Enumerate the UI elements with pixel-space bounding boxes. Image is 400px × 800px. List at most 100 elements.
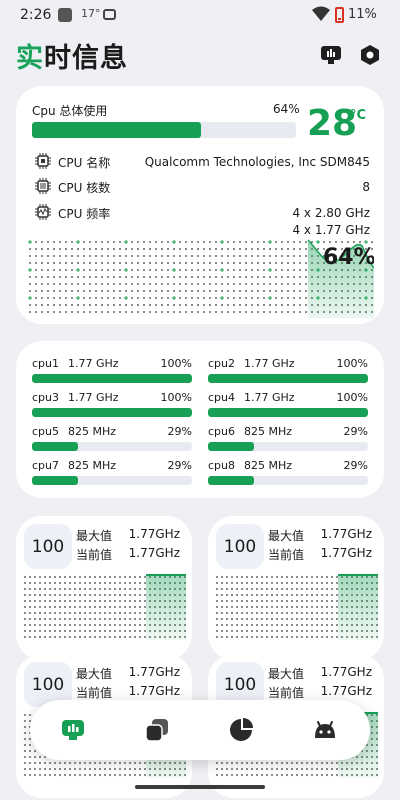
core-percent: 29% xyxy=(343,425,368,438)
core-percent: 100% xyxy=(160,391,192,404)
nav-statistics[interactable] xyxy=(224,713,258,747)
current-frequency-value: 1.77GHz xyxy=(320,546,372,560)
nav-layers[interactable] xyxy=(140,713,174,747)
core-frequency: 825 MHz xyxy=(244,425,293,438)
cpu-name-value: Qualcomm Technologies, Inc SDM845 xyxy=(144,155,370,169)
core-frequency-area xyxy=(146,574,186,640)
core-name: cpu1 xyxy=(32,357,60,370)
current-frequency-value: 1.77GHz xyxy=(128,546,180,560)
core-frequency-card: 100 最大值 1.77GHz 当前值 1.77GHz xyxy=(208,516,384,660)
status-bar: 2:26 17° 11% xyxy=(0,0,400,30)
core-usage-bar-fill xyxy=(32,476,79,485)
monitor-button[interactable] xyxy=(318,42,344,68)
core-name: cpu8 xyxy=(208,459,236,472)
core-load-badge: 100 xyxy=(24,524,72,569)
core-percent: 100% xyxy=(336,391,368,404)
pie-chart-icon xyxy=(230,718,253,741)
core-frequency: 1.77 GHz xyxy=(68,357,119,370)
core-usage-bar-fill xyxy=(208,476,255,485)
max-frequency-value: 1.77GHz xyxy=(320,527,372,541)
max-frequency-label: 最大值 xyxy=(76,529,113,543)
core-usage-bar xyxy=(32,442,192,451)
bottom-navigation xyxy=(30,700,370,760)
core-name: cpu5 xyxy=(32,425,60,438)
cpu-temperature-unit: °C xyxy=(350,108,367,123)
cpu-usage-graph-label: 64% xyxy=(323,245,374,270)
core-usage-bar xyxy=(208,476,368,485)
core-usage-cpu4: cpu4 1.77 GHz 100% xyxy=(208,391,368,421)
max-frequency-label: 最大值 xyxy=(268,529,305,543)
wifi-icon xyxy=(312,6,330,21)
cpu-frequency-key: CPU 频率 xyxy=(58,207,111,221)
settings-icon xyxy=(361,45,379,65)
core-usage-cpu6: cpu6 825 MHz 29% xyxy=(208,425,368,455)
core-usage-bar xyxy=(208,408,368,417)
status-time: 2:26 xyxy=(20,7,52,23)
cpu-usage-bar-fill xyxy=(32,122,201,138)
cpu-usage-graph: 64% xyxy=(28,239,374,318)
cpu-frequency-line2: 4 x 1.77 GHz xyxy=(292,223,370,237)
core-usage-bar-fill xyxy=(208,374,368,383)
nav-device[interactable] xyxy=(308,713,342,747)
core-usage-bar-fill xyxy=(208,442,255,451)
max-frequency-label: 最大值 xyxy=(268,667,305,681)
core-usage-cpu8: cpu8 825 MHz 29% xyxy=(208,459,368,489)
core-load-badge: 100 xyxy=(216,524,264,569)
core-name: cpu2 xyxy=(208,357,236,370)
core-usage-bar xyxy=(208,442,368,451)
settings-button[interactable] xyxy=(357,42,383,68)
nav-realtime-info[interactable] xyxy=(56,713,90,747)
cpu-cores-row: CPU 核数 8 xyxy=(34,177,370,197)
cpu-overview-card: Cpu 总体使用 64% 28 °C CPU 名称 Qualcomm Techn… xyxy=(16,86,384,324)
core-name: cpu3 xyxy=(32,391,60,404)
core-name: cpu4 xyxy=(208,391,236,404)
max-frequency-value: 1.77GHz xyxy=(320,665,372,679)
current-frequency-value: 1.77GHz xyxy=(128,684,180,698)
max-frequency-value: 1.77GHz xyxy=(128,527,180,541)
core-usage-cpu1: cpu1 1.77 GHz 100% xyxy=(32,357,192,387)
core-frequency-area xyxy=(338,574,378,640)
core-usage-cpu3: cpu3 1.77 GHz 100% xyxy=(32,391,192,421)
core-frequency: 825 MHz xyxy=(68,425,117,438)
core-usage-bar-fill xyxy=(32,374,192,383)
core-frequency-graph xyxy=(216,574,378,640)
core-usage-cpu5: cpu5 825 MHz 29% xyxy=(32,425,192,455)
page-title: 实时信息 xyxy=(16,36,128,75)
cpu-frequency-line1: 4 x 2.80 GHz xyxy=(292,206,370,220)
monitor-icon xyxy=(321,46,341,64)
notification-bot-icon xyxy=(103,9,116,20)
current-frequency-label: 当前值 xyxy=(76,686,113,700)
core-usage-bar xyxy=(208,374,368,383)
core-name: cpu6 xyxy=(208,425,236,438)
cpu-name-row: CPU 名称 Qualcomm Technologies, Inc SDM845 xyxy=(34,152,370,172)
cpu-cores-value: 8 xyxy=(362,180,370,194)
current-frequency-label: 当前值 xyxy=(76,548,113,562)
core-usage-cpu2: cpu2 1.77 GHz 100% xyxy=(208,357,368,387)
frequency-icon xyxy=(35,204,51,220)
current-frequency-label: 当前值 xyxy=(268,686,305,700)
current-frequency-label: 当前值 xyxy=(268,548,305,562)
notification-app-icon xyxy=(58,8,72,22)
status-temperature: 17° xyxy=(81,7,101,20)
cpu-cores-key: CPU 核数 xyxy=(58,181,111,195)
max-frequency-value: 1.77GHz xyxy=(128,665,180,679)
gesture-handle xyxy=(135,785,265,789)
core-frequency: 1.77 GHz xyxy=(68,391,119,404)
core-usage-cpu7: cpu7 825 MHz 29% xyxy=(32,459,192,489)
cpu-frequency-row: CPU 频率 4 x 2.80 GHz 4 x 1.77 GHz xyxy=(34,203,370,239)
cpu-frequency-value: 4 x 2.80 GHz 4 x 1.77 GHz xyxy=(292,205,370,239)
cpu-usage-bar xyxy=(32,122,296,138)
core-percent: 29% xyxy=(167,425,192,438)
current-frequency-value: 1.77GHz xyxy=(320,684,372,698)
cpu-usage-label: Cpu 总体使用 xyxy=(32,104,108,118)
layers-icon xyxy=(145,719,168,742)
page-title-rest: 时信息 xyxy=(44,43,128,74)
chip-icon xyxy=(35,153,51,169)
core-frequency: 1.77 GHz xyxy=(244,391,295,404)
cpu-name-key: CPU 名称 xyxy=(58,156,111,170)
core-frequency: 825 MHz xyxy=(68,459,117,472)
chip-cores-icon xyxy=(35,178,51,194)
core-usage-bar xyxy=(32,408,192,417)
realtime-info-icon xyxy=(62,720,84,740)
core-frequency: 1.77 GHz xyxy=(244,357,295,370)
